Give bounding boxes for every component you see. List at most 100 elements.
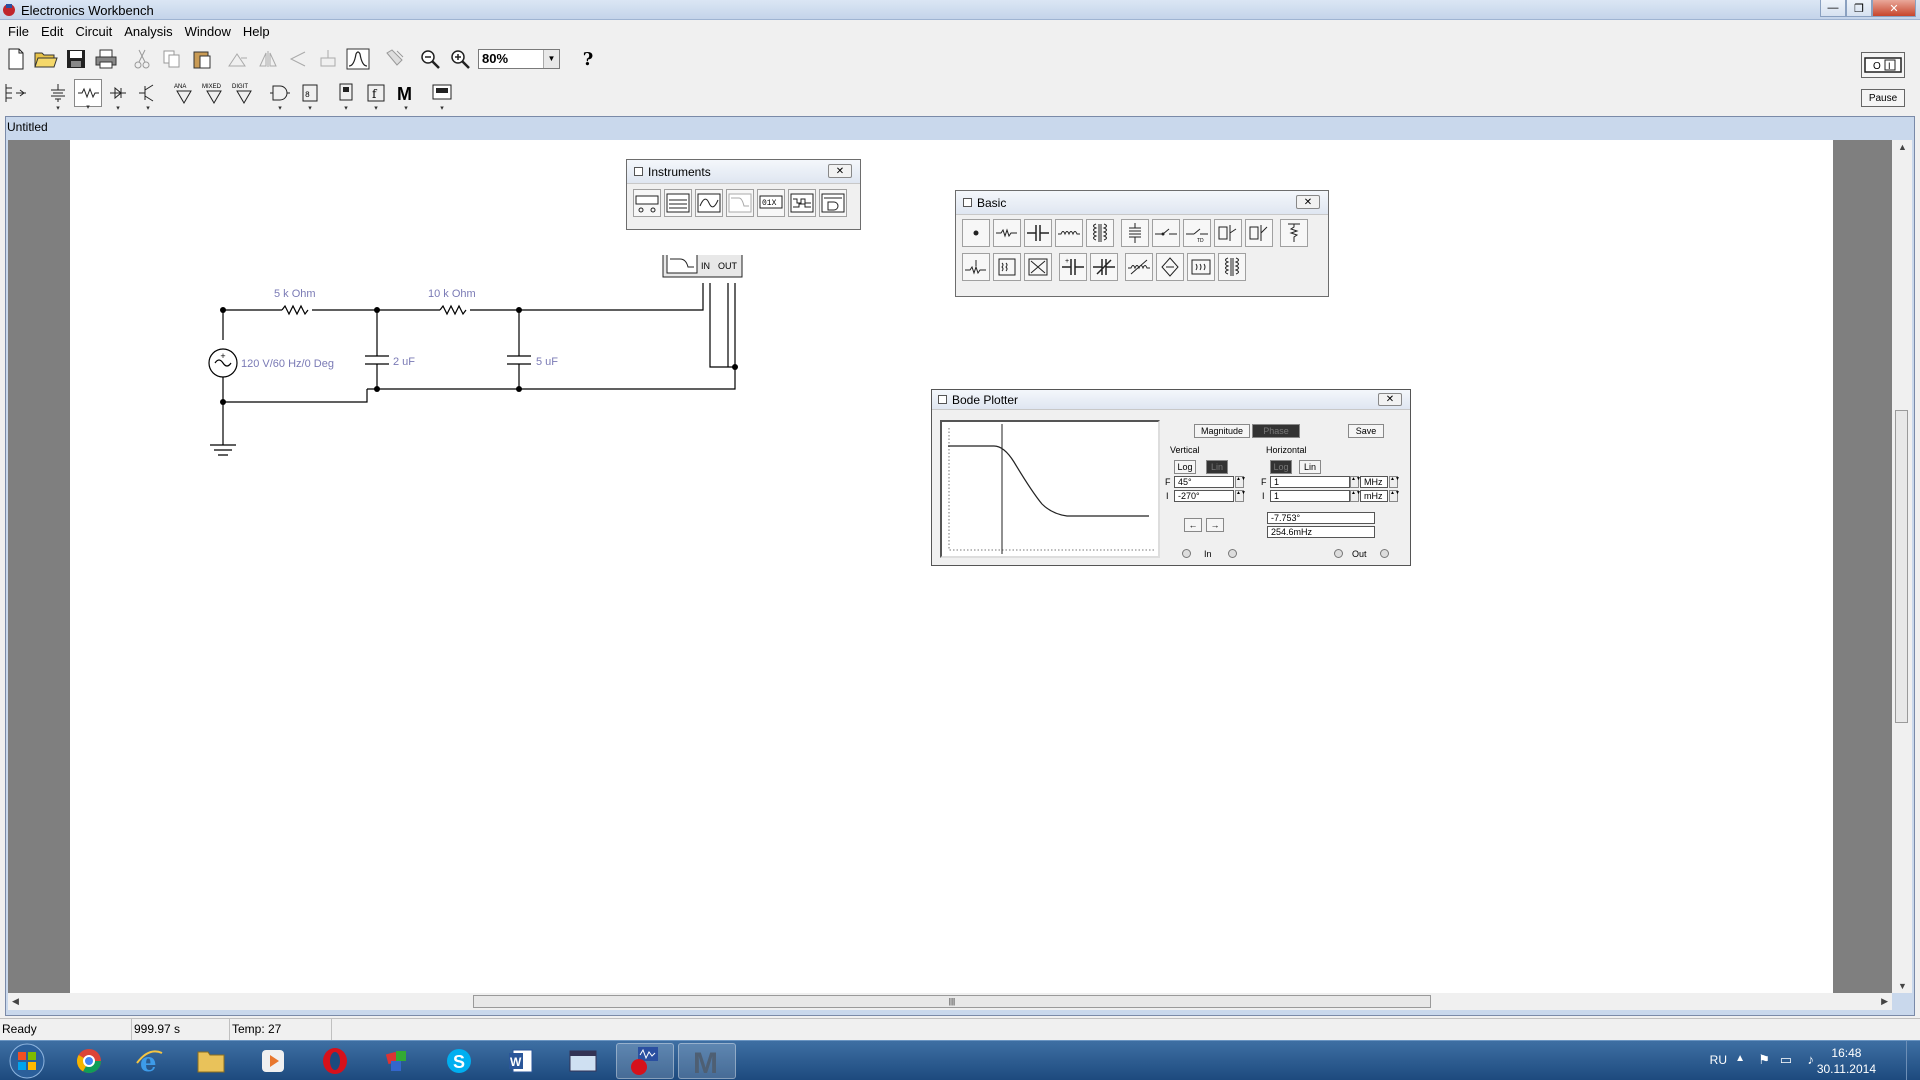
clock[interactable]: 16:48 30.11.2014	[1817, 1045, 1876, 1077]
horizontal-initial-input[interactable]: 1	[1270, 490, 1350, 502]
connector-button[interactable]	[962, 219, 990, 247]
nonlinear-transformer-button[interactable]	[1218, 253, 1246, 281]
ground-symbol[interactable]	[210, 444, 236, 456]
vertical-scrollbar[interactable]: ▲ ▼	[1892, 140, 1912, 993]
menu-file[interactable]: File	[2, 24, 35, 39]
time-delay-switch-button[interactable]: TD	[1183, 219, 1211, 247]
indicators-bin-button[interactable]: ▾	[332, 79, 360, 112]
logic-analyzer-button[interactable]	[788, 189, 816, 217]
paste-button[interactable]	[188, 45, 216, 73]
bode-close-button[interactable]: ✕	[1378, 393, 1402, 406]
basic-close-button[interactable]: ✕	[1296, 195, 1320, 209]
bode-plotter-symbol[interactable]: IN OUT	[662, 255, 743, 278]
resistor-r1-symbol[interactable]	[281, 304, 309, 316]
out-plus-terminal[interactable]	[1334, 549, 1343, 558]
spinner-icon[interactable]: ▲▼	[1235, 476, 1246, 488]
spinner-icon[interactable]: ▲▼	[1235, 490, 1246, 502]
taskbar-explorer[interactable]	[182, 1043, 240, 1079]
vertical-scroll-thumb[interactable]	[1895, 410, 1908, 723]
save-button[interactable]: Save	[1348, 424, 1384, 438]
controls-bin-button[interactable]: f ▾	[362, 79, 390, 112]
menu-edit[interactable]: Edit	[35, 24, 69, 39]
switch-button[interactable]	[1152, 219, 1180, 247]
zoom-out-button[interactable]	[416, 45, 444, 73]
vertical-lin-button[interactable]: Lin	[1206, 460, 1228, 474]
instruments-bin-button[interactable]: ▾	[428, 79, 456, 112]
multimeter-button[interactable]	[633, 189, 661, 217]
capacitor-c1-symbol[interactable]	[365, 355, 389, 365]
in-minus-terminal[interactable]	[1228, 549, 1237, 558]
phase-button[interactable]: Phase	[1252, 424, 1300, 438]
spinner-icon[interactable]: ▲▼	[1389, 490, 1400, 502]
activate-simulation-switch[interactable]: OI	[1861, 52, 1905, 78]
horizontal-log-button[interactable]: Log	[1270, 460, 1292, 474]
language-indicator[interactable]: RU	[1710, 1053, 1727, 1067]
coreless-coil-button[interactable]	[1156, 253, 1184, 281]
capacitor-c2-symbol[interactable]	[507, 355, 531, 365]
zoom-in-button[interactable]	[446, 45, 474, 73]
oscilloscope-button[interactable]	[695, 189, 723, 217]
taskbar-chrome[interactable]	[60, 1043, 118, 1079]
word-generator-button[interactable]: 01X	[757, 189, 785, 217]
out-minus-terminal[interactable]	[1380, 549, 1389, 558]
logic-converter-button[interactable]	[819, 189, 847, 217]
close-button[interactable]: ✕	[1872, 0, 1916, 17]
variable-inductor-button[interactable]	[1125, 253, 1153, 281]
spinner-icon[interactable]: ▲▼	[1350, 490, 1361, 502]
favorites-bin-button[interactable]	[2, 79, 30, 107]
capacitor-button[interactable]	[1024, 219, 1052, 247]
cursor-left-button[interactable]: ←	[1184, 518, 1202, 532]
taskbar-media-player[interactable]	[244, 1043, 302, 1079]
horizontal-final-unit[interactable]: MHz	[1360, 476, 1388, 488]
cut-button[interactable]	[128, 45, 156, 73]
maximize-button[interactable]: ❐	[1846, 0, 1872, 17]
spinner-icon[interactable]: ▲▼	[1389, 476, 1400, 488]
digital-ics-bin-button[interactable]: DIGIT	[230, 79, 258, 107]
resistor-r2-symbol[interactable]	[439, 304, 467, 316]
basic-bin-button[interactable]: ▾	[74, 79, 102, 111]
zoom-select[interactable]: 80% ▼	[478, 49, 560, 69]
start-button[interactable]	[3, 1042, 51, 1080]
analog-ics-bin-button[interactable]: ANA	[170, 79, 198, 107]
diodes-bin-button[interactable]: ▾	[104, 79, 132, 112]
taskbar-opera[interactable]	[306, 1043, 364, 1079]
cursor-right-button[interactable]: →	[1206, 518, 1224, 532]
horizontal-initial-unit[interactable]: mHz	[1360, 490, 1388, 502]
copy-button[interactable]	[158, 45, 186, 73]
variable-capacitor-button[interactable]	[1090, 253, 1118, 281]
function-generator-button[interactable]	[664, 189, 692, 217]
menu-circuit[interactable]: Circuit	[69, 24, 118, 39]
polarized-capacitor-button[interactable]: +	[1059, 253, 1087, 281]
scroll-up-icon[interactable]: ▲	[1898, 142, 1907, 152]
miscellaneous-bin-button[interactable]: M ▾	[392, 79, 420, 112]
scroll-right-icon[interactable]: ▶	[1881, 996, 1888, 1007]
show-desktop-button[interactable]	[1906, 1041, 1920, 1080]
transistors-bin-button[interactable]: ▾	[134, 79, 162, 112]
menu-help[interactable]: Help	[237, 24, 276, 39]
sources-bin-button[interactable]: ▾	[44, 79, 72, 112]
bode-plotter-button[interactable]	[726, 189, 754, 217]
taskbar-skype[interactable]: S	[430, 1043, 488, 1079]
voltage-controlled-switch-button[interactable]	[1214, 219, 1242, 247]
horizontal-lin-button[interactable]: Lin	[1299, 460, 1321, 474]
new-file-button[interactable]	[2, 45, 30, 73]
magnitude-button[interactable]: Magnitude	[1194, 424, 1250, 438]
instruments-palette-titlebar[interactable]: Instruments	[627, 160, 860, 184]
vertical-log-button[interactable]: Log	[1174, 460, 1196, 474]
flip-vertical-button[interactable]	[284, 45, 312, 73]
network-icon[interactable]: ▭	[1780, 1052, 1792, 1068]
resistor-button[interactable]	[993, 219, 1021, 247]
bode-titlebar[interactable]: Bode Plotter	[932, 390, 1410, 410]
menu-analysis[interactable]: Analysis	[118, 24, 178, 39]
logic-gates-bin-button[interactable]: ▾	[266, 79, 294, 112]
pullup-resistor-button[interactable]	[1280, 219, 1308, 247]
print-button[interactable]	[92, 45, 120, 73]
scroll-left-icon[interactable]: ◀	[12, 996, 19, 1007]
taskbar-word[interactable]: W	[492, 1043, 550, 1079]
bode-display[interactable]	[940, 420, 1160, 558]
help-button[interactable]: ?	[574, 45, 602, 73]
save-file-button[interactable]	[62, 45, 90, 73]
horizontal-scroll-thumb[interactable]: |||	[473, 995, 1431, 1008]
create-subcircuit-button[interactable]	[314, 45, 342, 73]
volume-icon[interactable]: ♪	[1808, 1052, 1815, 1067]
